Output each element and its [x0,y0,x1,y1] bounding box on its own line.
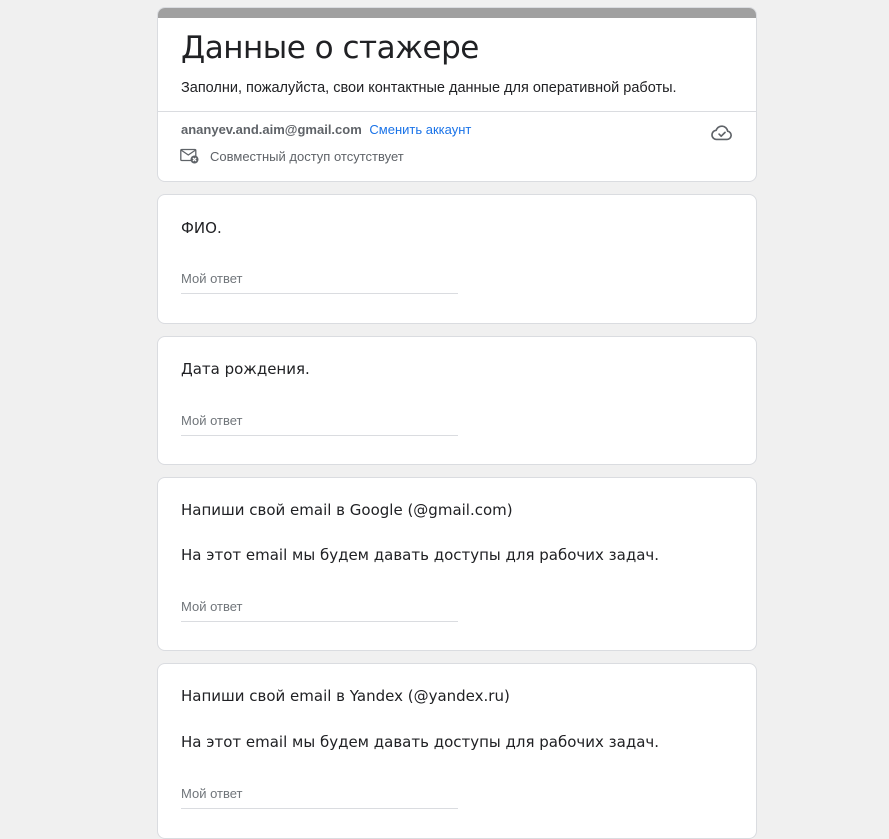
answer-input-fio[interactable] [181,267,458,294]
question-card-yandex-email: Напиши свой email в Yandex (@yandex.ru) … [157,663,757,839]
question-title: Дата рождения. [181,360,310,378]
sharing-status-row: Совместный доступ отсутствует [180,148,404,164]
form-column: Данные о стажере Заполни, пожалуйста, св… [157,7,757,839]
header-accent-bar [158,8,756,18]
question-card-google-email: Напиши свой email в Google (@gmail.com) … [157,477,757,651]
switch-account-link[interactable]: Сменить аккаунт [369,122,471,137]
account-email: ananyev.and.aim@gmail.com [181,122,362,137]
question-description: На этот email мы будем давать доступы дл… [181,546,660,564]
mail-off-icon [180,148,199,164]
question-description: На этот email мы будем давать доступы дл… [181,733,660,751]
form-header-card: Данные о стажере Заполни, пожалуйста, св… [157,7,757,182]
answer-input-google-email[interactable] [181,595,458,622]
answer-input-yandex-email[interactable] [181,782,458,809]
account-row: ananyev.and.aim@gmail.com Сменить аккаун… [181,122,471,137]
question-card-birthdate: Дата рождения. [157,336,757,465]
cloud-done-icon[interactable] [711,122,733,144]
header-divider [158,111,756,112]
form-description: Заполни, пожалуйста, свои контактные дан… [181,80,677,96]
question-card-fio: ФИО. [157,194,757,324]
question-title: Напиши свой email в Google (@gmail.com) [181,501,513,519]
question-title: Напиши свой email в Yandex (@yandex.ru) [181,687,510,705]
form-title: Данные о стажере [181,30,479,66]
answer-input-birthdate[interactable] [181,409,458,436]
question-title: ФИО. [181,219,222,237]
sharing-status-text: Совместный доступ отсутствует [210,148,404,164]
